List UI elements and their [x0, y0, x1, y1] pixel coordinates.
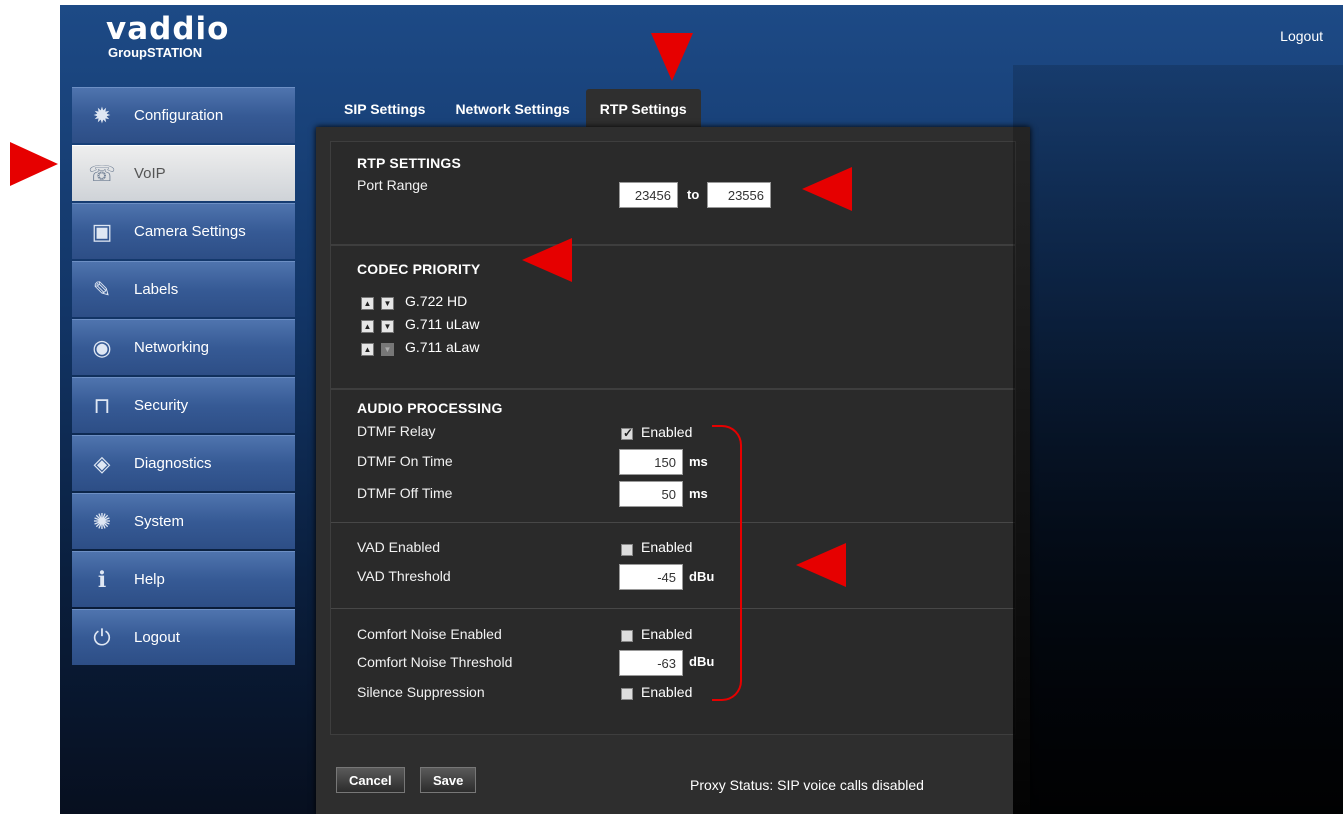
tab-network-settings[interactable]: Network Settings	[441, 89, 583, 129]
codec-priority-section: CODEC PRIORITY ▲ ▼ G.722 HD ▲ ▼ G.711 uL…	[330, 245, 1016, 389]
power-icon: ⏻	[93, 624, 111, 650]
dtmf-on-time-input[interactable]	[619, 449, 683, 475]
sidebar-item-voip[interactable]: ☏ VoIP	[72, 145, 295, 201]
ms-unit: ms	[689, 486, 708, 501]
tab-rtp-settings[interactable]: RTP Settings	[585, 89, 701, 129]
comfort-noise-threshold-label: Comfort Noise Threshold	[357, 654, 513, 670]
sidebar-item-label: Help	[134, 571, 165, 588]
move-down-button[interactable]: ▼	[381, 343, 394, 356]
dtmf-off-time-input[interactable]	[619, 481, 683, 507]
audio-processing-section: AUDIO PROCESSING DTMF Relay Enabled DTMF…	[330, 389, 1016, 735]
move-up-button[interactable]: ▲	[361, 343, 374, 356]
system-icon: ✺	[92, 508, 112, 534]
dtmf-relay-label: DTMF Relay	[357, 423, 436, 439]
diagnostics-icon: ◈	[93, 450, 111, 476]
sidebar-item-label: Logout	[134, 629, 180, 646]
sidebar-item-labels[interactable]: ✎ Labels	[72, 261, 295, 317]
tab-sip-settings[interactable]: SIP Settings	[330, 89, 439, 129]
move-up-button[interactable]: ▲	[361, 320, 374, 333]
silence-suppression-label: Silence Suppression	[357, 684, 485, 700]
divider	[331, 522, 1015, 523]
section-title: RTP SETTINGS	[357, 155, 462, 171]
sidebar-item-label: Labels	[134, 281, 179, 298]
sidebar-item-label: Diagnostics	[134, 455, 212, 472]
annotation-arrow-icon	[651, 33, 693, 81]
network-icon: ◉	[92, 334, 112, 360]
to-label: to	[687, 187, 700, 202]
enabled-label: Enabled	[641, 539, 693, 555]
settings-tabs: SIP Settings Network Settings RTP Settin…	[330, 89, 703, 129]
lock-icon: ⊓	[93, 392, 111, 418]
sidebar-item-help[interactable]: ℹ Help	[72, 551, 295, 607]
dbu-unit: dBu	[689, 569, 715, 584]
vaddio-logo: vaddio GroupSTATION	[106, 13, 229, 60]
sidebar-item-configuration[interactable]: ✹ Configuration	[72, 87, 295, 143]
divider	[331, 608, 1015, 609]
sidebar-item-logout[interactable]: ⏻ Logout	[72, 609, 295, 665]
enabled-label: Enabled	[641, 626, 693, 642]
codec-item: G.711 uLaw	[405, 316, 480, 332]
sidebar-item-label: VoIP	[134, 165, 166, 182]
annotation-arrow-icon	[522, 238, 572, 282]
sidebar-item-label: Security	[134, 397, 189, 414]
annotation-arrow-icon	[802, 167, 852, 211]
move-down-button[interactable]: ▼	[381, 320, 394, 333]
product-name: GroupSTATION	[108, 45, 203, 60]
sidebar-item-system[interactable]: ✺ System	[72, 493, 295, 549]
save-button[interactable]: Save	[420, 767, 477, 793]
section-title: CODEC PRIORITY	[357, 261, 481, 277]
sidebar-item-label: Camera Settings	[134, 223, 246, 240]
vad-enabled-label: VAD Enabled	[357, 539, 441, 555]
annotation-brace-icon	[712, 425, 742, 701]
sidebar-item-label: Configuration	[134, 107, 224, 124]
tag-icon: ✎	[92, 276, 112, 302]
brand-name: vaddio	[106, 11, 230, 47]
vad-threshold-label: VAD Threshold	[357, 568, 451, 584]
vad-threshold-input[interactable]	[619, 564, 683, 590]
sidebar-item-security[interactable]: ⊓ Security	[72, 377, 295, 433]
enabled-label: Enabled	[641, 424, 693, 440]
sidebar-item-networking[interactable]: ◉ Networking	[72, 319, 295, 375]
dtmf-on-time-label: DTMF On Time	[357, 453, 453, 469]
rtp-settings-panel: RTP SETTINGS Port Range to CODEC PRIORIT…	[316, 127, 1030, 814]
vad-enabled-checkbox[interactable]	[621, 544, 633, 556]
cancel-button[interactable]: Cancel	[336, 767, 405, 793]
dtmf-off-time-label: DTMF Off Time	[357, 485, 453, 501]
enabled-label: Enabled	[641, 684, 693, 700]
move-up-button[interactable]: ▲	[361, 297, 374, 310]
codec-item: G.711 aLaw	[405, 339, 480, 355]
proxy-status: Proxy Status: SIP voice calls disabled	[690, 777, 924, 793]
ms-unit: ms	[689, 454, 708, 469]
move-down-button[interactable]: ▼	[381, 297, 394, 310]
sidebar-item-diagnostics[interactable]: ◈ Diagnostics	[72, 435, 295, 491]
codec-item: G.722 HD	[405, 293, 468, 309]
annotation-arrow-icon	[796, 543, 846, 587]
gear-icon: ✹	[92, 102, 112, 128]
sidebar-item-label: Networking	[134, 339, 210, 356]
port-end-input[interactable]	[707, 182, 771, 208]
silence-suppression-checkbox[interactable]	[621, 688, 633, 700]
comfort-noise-threshold-input[interactable]	[619, 650, 683, 676]
sidebar-item-label: System	[134, 513, 185, 530]
section-title: AUDIO PROCESSING	[357, 400, 503, 416]
help-icon: ℹ	[97, 566, 107, 592]
annotation-arrow-icon	[10, 142, 58, 186]
port-range-label: Port Range	[357, 177, 428, 193]
comfort-noise-label: Comfort Noise Enabled	[357, 626, 502, 642]
dtmf-relay-checkbox[interactable]	[621, 426, 633, 440]
port-start-input[interactable]	[619, 182, 678, 208]
sidebar-item-camera-settings[interactable]: ▣ Camera Settings	[72, 203, 295, 259]
sidebar: ✹ Configuration ☏ VoIP ▣ Camera Settings…	[72, 87, 295, 667]
camera-icon: ▣	[91, 218, 113, 244]
phone-icon: ☏	[88, 160, 116, 186]
dbu-unit: dBu	[689, 654, 715, 669]
app-window: vaddio GroupSTATION Logout ✹ Configurati…	[60, 5, 1343, 814]
rtp-settings-section: RTP SETTINGS Port Range to	[330, 141, 1016, 245]
header-logout-link[interactable]: Logout	[1280, 28, 1323, 44]
comfort-noise-checkbox[interactable]	[621, 630, 633, 642]
